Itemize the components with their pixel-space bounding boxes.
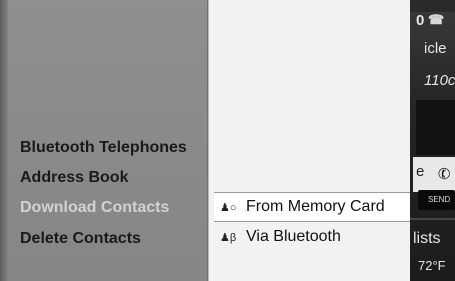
phone-status-icon: ☎ xyxy=(428,12,445,27)
number-label: 110c xyxy=(424,72,455,89)
head-unit-screen: 0 ☎ icle 110c e ✆ SEND lists 72°F Blueto… xyxy=(0,0,455,281)
menu-item-address-book[interactable]: Address Book xyxy=(20,169,128,187)
temperature-readout: 72°F xyxy=(418,258,446,273)
menu-item-download-contacts[interactable]: Download Contacts xyxy=(7,195,194,221)
menu-item-bluetooth-telephones[interactable]: Bluetooth Telephones xyxy=(20,139,187,157)
telephone-menu-panel: Bluetooth Telephones Address Book Downlo… xyxy=(0,0,208,281)
send-label: SEND xyxy=(428,195,451,204)
download-contacts-submenu: ♟○ From Memory Card ♟β Via Bluetooth xyxy=(208,0,410,281)
submenu-item-from-memory-card[interactable]: ♟○ From Memory Card xyxy=(214,192,410,222)
vehicle-label: icle xyxy=(424,40,447,57)
background-dark-block xyxy=(416,100,455,155)
divider xyxy=(410,218,455,220)
panel-edge xyxy=(0,0,8,281)
dialer-partial-text: e xyxy=(416,163,425,180)
menu-item-delete-contacts[interactable]: Delete Contacts xyxy=(20,230,141,248)
memory-card-contacts-icon: ♟○ xyxy=(220,201,237,214)
lists-label: lists xyxy=(413,230,441,247)
status-indicator: 0 xyxy=(416,12,425,29)
submenu-item-label: From Memory Card xyxy=(246,198,385,215)
submenu-item-label: Via Bluetooth xyxy=(246,228,341,245)
status-strip xyxy=(410,0,455,12)
submenu-item-via-bluetooth[interactable]: ♟β Via Bluetooth xyxy=(214,222,410,252)
bluetooth-contacts-icon: ♟β xyxy=(220,231,237,244)
